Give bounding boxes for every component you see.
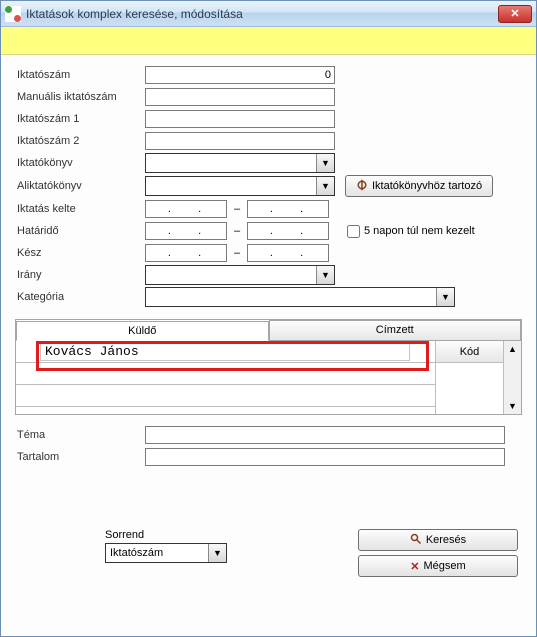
input-iktatoszam2[interactable] (145, 132, 335, 150)
grid-body (16, 341, 435, 414)
combo-kategoria[interactable]: ▼ (145, 287, 455, 307)
iktatokonyvhoz-button[interactable]: Iktatókönyvhöz tartozó (345, 175, 493, 197)
close-button[interactable]: ✕ (498, 5, 532, 23)
date-kesz-from[interactable] (145, 244, 227, 262)
date-hatarido-from[interactable] (145, 222, 227, 240)
combo-iktatokonyv-input[interactable] (146, 154, 316, 172)
table-row[interactable] (16, 363, 435, 385)
label-manualis: Manuális iktatószám (15, 91, 145, 103)
label-hatarido: Határidő (15, 225, 145, 237)
label-iktatokonyv: Iktatókönyv (15, 157, 145, 169)
search-button[interactable]: Keresés (358, 529, 518, 551)
date-kesz-to[interactable] (247, 244, 329, 262)
label-kategoria: Kategória (15, 291, 145, 303)
table-row[interactable] (16, 385, 435, 407)
scroll-down-icon[interactable]: ▼ (508, 398, 517, 414)
tab-cimzett[interactable]: Címzett (269, 320, 522, 340)
info-strip (1, 27, 536, 55)
grid-kod-column: Kód (435, 341, 503, 414)
input-tartalom[interactable] (145, 448, 505, 466)
chevron-down-icon[interactable]: ▼ (436, 288, 454, 306)
combo-irany-input[interactable] (146, 266, 316, 284)
chevron-down-icon[interactable]: ▼ (316, 177, 334, 195)
label-tema: Téma (15, 429, 145, 441)
label-kesz: Kész (15, 247, 145, 259)
input-iktatoszam1[interactable] (145, 110, 335, 128)
tab-kuldo[interactable]: Küldő (16, 321, 269, 341)
chevron-down-icon[interactable]: ▼ (316, 154, 334, 172)
scroll-up-icon[interactable]: ▲ (508, 341, 517, 357)
close-icon: ✕ (510, 7, 519, 20)
cancel-button[interactable]: ✕ Mégsem (358, 555, 518, 577)
checkbox-5napon[interactable] (347, 225, 360, 238)
cancel-icon: ✕ (410, 560, 419, 573)
label-tartalom: Tartalom (15, 451, 145, 463)
combo-kategoria-input[interactable] (146, 288, 436, 306)
grid-scrollbar[interactable]: ▲ ▼ (503, 341, 521, 414)
label-iktatas-kelte: Iktatás kelte (15, 203, 145, 215)
search-icon (410, 533, 422, 548)
grid: Kód ▲ ▼ (16, 340, 521, 414)
label-irany: Irány (15, 269, 145, 281)
app-icon (5, 6, 21, 22)
combo-iktatokonyv[interactable]: ▼ (145, 153, 335, 173)
combo-aliktatokonyv[interactable]: ▼ (145, 176, 335, 196)
input-manualis[interactable] (145, 88, 335, 106)
chevron-down-icon[interactable]: ▼ (316, 266, 334, 284)
sender-recipient-tabs: Küldő Címzett Kód ▲ ▼ (15, 319, 522, 415)
kod-header: Kód (436, 341, 503, 363)
window-title: Iktatások komplex keresése, módosítása (26, 7, 498, 21)
label-iktatoszam2: Iktatószám 2 (15, 135, 145, 147)
date-iktatas-from[interactable] (145, 200, 227, 218)
bind-icon (356, 179, 368, 194)
label-iktatoszam: Iktatószám (15, 69, 145, 81)
iktatokonyvhoz-label: Iktatókönyvhöz tartozó (372, 180, 482, 192)
date-iktatas-to[interactable] (247, 200, 329, 218)
grid-cell-name[interactable] (40, 343, 410, 361)
input-tema[interactable] (145, 426, 505, 444)
range-dash: – (231, 225, 243, 237)
titlebar: Iktatások komplex keresése, módosítása ✕ (1, 1, 536, 27)
content-area: Iktatószám Manuális iktatószám Iktatószá… (1, 55, 536, 636)
input-iktatoszam[interactable] (145, 66, 335, 84)
table-row[interactable] (16, 341, 435, 363)
combo-irany[interactable]: ▼ (145, 265, 335, 285)
range-dash: – (231, 203, 243, 215)
search-button-label: Keresés (426, 534, 466, 546)
checkbox-5napon-label: 5 napon túl nem kezelt (364, 225, 475, 237)
label-iktatoszam1: Iktatószám 1 (15, 113, 145, 125)
range-dash: – (231, 247, 243, 259)
label-aliktatokonyv: Aliktatókönyv (15, 180, 145, 192)
dialog-window: Iktatások komplex keresése, módosítása ✕… (0, 0, 537, 637)
combo-aliktatokonyv-input[interactable] (146, 177, 316, 195)
date-hatarido-to[interactable] (247, 222, 329, 240)
cancel-button-label: Mégsem (424, 560, 466, 572)
